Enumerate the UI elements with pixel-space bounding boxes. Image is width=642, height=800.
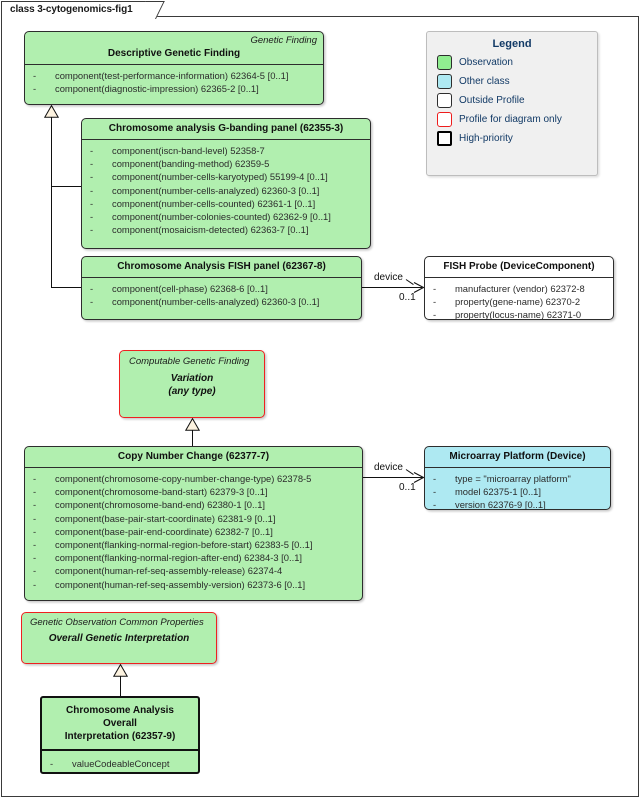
attribute-row: - component(number-colonies-counted) 6236…: [90, 211, 331, 223]
attribute-row: - component(banding-method) 62359-5: [90, 158, 270, 170]
attribute-row: - component(diagnostic-impression) 62365-…: [33, 83, 259, 95]
class-header-copy-number-change: Copy Number Change (62377-7): [25, 447, 362, 468]
class-title-descriptive-genetic-finding: Descriptive Genetic Finding: [107, 48, 241, 59]
legend-item-high-priority: High-priority: [427, 129, 597, 148]
stereotype-computable-genetic-finding: Computable Genetic Finding: [129, 356, 250, 367]
class-title-fish-probe: FISH Probe (DeviceComponent): [443, 261, 595, 272]
class-title-microarray-platform: Microarray Platform (Device): [449, 451, 586, 462]
class-subtitle-variation: (any type): [168, 386, 216, 397]
class-header-overall-genetic-interpretation: Genetic Observation Common Properties Ov…: [22, 613, 216, 649]
legend-title: Legend: [492, 38, 532, 50]
generalization-arrow-descriptive-genetic-finding: [44, 105, 59, 118]
association-label-microarray-device: device: [374, 462, 403, 473]
class-body-microarray-platform: - type = "microarray platform" - model 623…: [425, 468, 610, 510]
generalization-line-overall-interpretation: [120, 676, 121, 696]
attribute-row: - component(base-pair-start-coordinate) 6…: [33, 512, 276, 524]
class-header-chromosome-analysis-overall-interpretation: Chromosome Analysis Overall Interpretati…: [42, 698, 198, 751]
legend-item-outside-profile: Outside Profile: [427, 91, 597, 110]
attribute-row: - component(iscn-band-level) 52358-7: [90, 145, 265, 156]
class-chromosome-analysis-g-banding-panel[interactable]: Chromosome analysis G-banding panel (623…: [81, 118, 371, 249]
class-fish-probe[interactable]: FISH Probe (DeviceComponent) - manufactur…: [424, 256, 614, 320]
class-variation[interactable]: Computable Genetic Finding Variation (an…: [119, 350, 265, 418]
class-body-descriptive-genetic-finding: - component(test-performance-information)…: [25, 65, 323, 100]
class-body-copy-number-change: - component(chromosome-copy-number-change…: [25, 468, 362, 596]
white-swatch: [437, 93, 452, 108]
attribute-row: - component(chromosome-copy-number-change…: [33, 473, 312, 484]
legend-item-other-class: Other class: [427, 72, 597, 91]
attribute-row: - property(locus-name) 62371-0: [433, 309, 582, 320]
diagram-tab[interactable]: class 3-cytogenomics-fig1: [1, 1, 156, 17]
class-title-variation: Variation: [170, 373, 214, 384]
class-microarray-platform[interactable]: Microarray Platform (Device) - type = "mi…: [424, 446, 611, 510]
attribute-row: - component(number-cells-analyzed) 62360-…: [90, 184, 320, 196]
attribute-row: - component(number-cells-counted) 62361-1…: [90, 197, 316, 209]
attribute-row: - component(base-pair-end-coordinate) 623…: [33, 525, 273, 537]
green-swatch: [437, 55, 452, 70]
attribute-row: - property(gene-name) 62370-2: [433, 296, 581, 308]
class-title-overall-genetic-interpretation: Overall Genetic Interpretation: [48, 633, 190, 644]
attribute-row: - component(chromosome-band-end) 62380-1 …: [33, 499, 266, 511]
attribute-row: - version 62376-9 [0..1]: [433, 499, 546, 510]
legend-label-outside-profile: Outside Profile: [459, 95, 525, 106]
legend-label-observation: Observation: [459, 57, 513, 68]
attribute-row: - component(flanking-normal-region-before…: [33, 539, 313, 551]
legend-panel: Legend Observation Other class Outside P…: [426, 31, 598, 176]
class-header-variation: Computable Genetic Finding Variation (an…: [120, 351, 264, 402]
class-header-g-banding-panel: Chromosome analysis G-banding panel (623…: [82, 119, 370, 140]
legend-item-observation: Observation: [427, 53, 597, 72]
association-label-fish-device: device: [374, 272, 403, 283]
generalization-line-copy-number-change: [192, 430, 193, 447]
generalization-arrow-overall-genetic-interpretation: [113, 664, 128, 677]
class-chromosome-analysis-overall-interpretation[interactable]: Chromosome Analysis Overall Interpretati…: [40, 696, 200, 774]
blue-swatch: [437, 74, 452, 89]
class-body-fish-panel: - component(cell-phase) 62368-6 [0..1] -c…: [82, 278, 361, 313]
attribute-row: - component(test-performance-information)…: [33, 70, 289, 81]
attribute-row: - component(human-ref-seq-assembly-releas…: [33, 565, 283, 577]
legend-label-profile-for-diagram-only: Profile for diagram only: [459, 114, 562, 125]
association-multiplicity-fish-device: 0..1: [399, 292, 416, 303]
attribute-row: - component(human-ref-seq-assembly-versio…: [33, 578, 306, 590]
class-header-microarray-platform: Microarray Platform (Device): [425, 447, 610, 468]
thick-border-swatch: [437, 131, 452, 146]
generalization-branch-gbanding: [51, 186, 81, 187]
class-header-fish-probe: FISH Probe (DeviceComponent): [425, 257, 613, 278]
attribute-row: - component(chromosome-band-start) 62379-…: [33, 486, 268, 498]
attribute-row: - type = "microarray platform": [433, 473, 571, 484]
class-title-fish-panel: Chromosome Analysis FISH panel (62367-8): [117, 261, 326, 272]
class-overall-genetic-interpretation[interactable]: Genetic Observation Common Properties Ov…: [21, 612, 217, 664]
generalization-arrow-variation: [185, 418, 200, 431]
attribute-row: - component(cell-phase) 62368-6 [0..1]: [90, 283, 268, 294]
red-border-swatch: [437, 112, 452, 127]
generalization-trunk: [51, 117, 52, 287]
class-header-fish-panel: Chromosome Analysis FISH panel (62367-8): [82, 257, 361, 278]
attribute-row: - model 62375-1 [0..1]: [433, 486, 541, 498]
class-title-g-banding-panel: Chromosome analysis G-banding panel (623…: [108, 123, 344, 134]
class-title-line2: Interpretation (62357-9): [64, 731, 176, 742]
attribute-row: - component(mosaicism-detected) 62363-7 […: [90, 224, 309, 236]
attribute-row: - manufacturer (vendor) 62372-8: [433, 283, 585, 294]
generalization-branch-fish: [51, 287, 81, 288]
diagram-tab-label: class 3-cytogenomics-fig1: [10, 4, 133, 15]
legend-item-profile-for-diagram-only: Profile for diagram only: [427, 110, 597, 129]
attribute-row: - component(number-cells-analyzed) 62360-…: [90, 296, 320, 308]
class-body-chromosome-analysis-overall-interpretation: - valueCodeableConcept: [42, 751, 198, 772]
class-chromosome-analysis-fish-panel[interactable]: Chromosome Analysis FISH panel (62367-8)…: [81, 256, 362, 320]
diagram-canvas: class 3-cytogenomics-fig1 Legend Observa…: [0, 0, 642, 800]
attribute-row: - component(number-cells-karyotyped) 5519…: [90, 171, 328, 183]
legend-label-high-priority: High-priority: [459, 133, 513, 144]
association-multiplicity-microarray-device: 0..1: [399, 482, 416, 493]
legend-label-other-class: Other class: [459, 76, 510, 87]
class-header-descriptive-genetic-finding: Genetic Finding Descriptive Genetic Find…: [25, 32, 323, 65]
attribute-row: - valueCodeableConcept: [50, 758, 170, 769]
class-body-fish-probe: - manufacturer (vendor) 62372-8 - property…: [425, 278, 613, 320]
class-body-g-banding-panel: - component(iscn-band-level) 52358-7 - com…: [82, 140, 370, 241]
class-descriptive-genetic-finding[interactable]: Genetic Finding Descriptive Genetic Find…: [24, 31, 324, 105]
class-title-line1: Chromosome Analysis Overall: [66, 705, 174, 729]
class-copy-number-change[interactable]: Copy Number Change (62377-7) - component(…: [24, 446, 363, 601]
attribute-row: - component(flanking-normal-region-after-…: [33, 552, 303, 564]
class-title-copy-number-change: Copy Number Change (62377-7): [117, 451, 270, 462]
stereotype-genetic-observation-common-properties: Genetic Observation Common Properties: [30, 617, 204, 628]
stereotype-genetic-finding: Genetic Finding: [250, 35, 317, 46]
